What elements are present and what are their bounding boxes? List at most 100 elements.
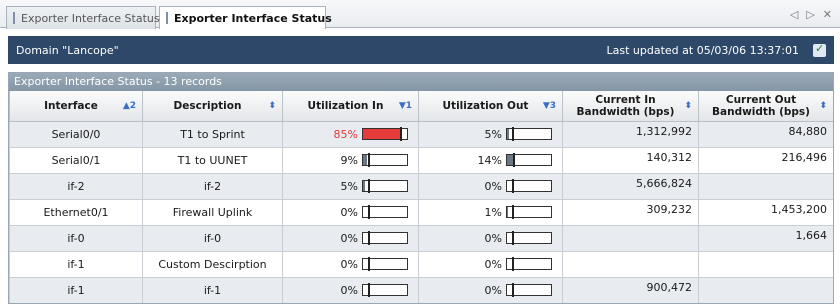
domain-label: Domain "Lancope" [16, 44, 119, 57]
column-header-interface[interactable]: Interface▲2 [10, 91, 143, 121]
utilization-out-bar-fill [507, 129, 509, 139]
table-icon [13, 12, 15, 24]
utilization-in-bar-fill [363, 129, 400, 139]
column-header-utilization-out[interactable]: Utilization Out▼3 [419, 91, 563, 121]
bandwidth-out-cell [699, 277, 834, 303]
utilization-in-percent: 0% [332, 258, 358, 271]
interface-cell: Serial0/1 [10, 147, 143, 173]
tab-next-icon[interactable]: ▷ [806, 8, 814, 21]
utilization-out-percent: 0% [476, 232, 502, 245]
bandwidth-in-cell: 309,232 [563, 199, 699, 225]
column-header-current-in-bandwidth[interactable]: Current In Bandwidth (bps)⬍ [563, 91, 699, 121]
table-row[interactable]: if-0if-0 0% 0% 1,664 [10, 225, 834, 251]
bandwidth-out-cell: 1,664 [699, 225, 834, 251]
interface-table: Interface▲2 Description⬍ Utilization In▼… [9, 91, 834, 304]
utilization-in-bar-marker [368, 179, 370, 193]
utilization-out-cell: 0% [419, 251, 563, 277]
utilization-in-bar-fill [363, 155, 367, 165]
utilization-in-bar-marker [368, 231, 370, 245]
utilization-out-bar [506, 180, 552, 192]
column-header-current-out-bandwidth[interactable]: Current Out Bandwidth (bps)⬍ [699, 91, 834, 121]
utilization-out-bar [506, 258, 552, 270]
bandwidth-out-cell: 1,453,200 [699, 199, 834, 225]
utilization-out-cell: 0% [419, 173, 563, 199]
utilization-in-percent: 0% [332, 284, 358, 297]
utilization-out-bar [506, 232, 552, 244]
utilization-out-cell: 5% [419, 121, 563, 147]
utilization-out-bar [506, 284, 552, 296]
table-row[interactable]: if-2if-2 5% 0% 5,666,824 [10, 173, 834, 199]
utilization-out-percent: 1% [476, 206, 502, 219]
utilization-out-bar [506, 206, 552, 218]
column-header-description[interactable]: Description⬍ [143, 91, 283, 121]
utilization-in-bar-marker [400, 127, 402, 141]
panel-title: Exporter Interface Status - 13 records [9, 73, 833, 91]
utilization-in-bar-marker [368, 283, 370, 297]
utilization-in-bar-fill [363, 181, 365, 191]
bandwidth-in-cell: 140,312 [563, 147, 699, 173]
utilization-out-cell: 1% [419, 199, 563, 225]
tab-strip: Exporter Interface Status Exporter Inter… [0, 0, 840, 28]
utilization-out-percent: 0% [476, 284, 502, 297]
utilization-out-cell: 14% [419, 147, 563, 173]
utilization-in-cell: 0% [283, 225, 419, 251]
utilization-in-bar [362, 128, 408, 140]
utilization-in-percent: 9% [332, 154, 358, 167]
utilization-in-cell: 0% [283, 277, 419, 303]
utilization-in-percent: 0% [332, 206, 358, 219]
table-row[interactable]: if-1Custom Descirption 0% 0% [10, 251, 834, 277]
last-updated: Last updated at 05/03/06 13:37:01 [607, 44, 800, 57]
table-row[interactable]: Ethernet0/1Firewall Uplink 0% 1% 309,232… [10, 199, 834, 225]
table-row[interactable]: Serial0/0T1 to Sprint 85% 5% 1,312,99284… [10, 121, 834, 147]
utilization-out-bar-marker [512, 205, 514, 219]
utilization-out-bar-marker [513, 153, 515, 167]
utilization-out-bar-marker [512, 127, 514, 141]
description-cell: T1 to Sprint [143, 121, 283, 147]
interface-cell: Ethernet0/1 [10, 199, 143, 225]
tab-label: Exporter Interface Status [174, 12, 332, 25]
utilization-in-bar-marker [368, 205, 370, 219]
utilization-out-percent: 14% [476, 154, 502, 167]
utilization-in-bar [362, 258, 408, 270]
table-row[interactable]: Serial0/1T1 to UUNET 9% 14% 140,312216,4… [10, 147, 834, 173]
tab-exporter-interface-status[interactable]: Exporter Interface Status [6, 6, 156, 29]
tab-label: Exporter Interface Status [21, 12, 160, 25]
utilization-out-cell: 0% [419, 277, 563, 303]
bandwidth-in-cell [563, 251, 699, 277]
utilization-in-cell: 0% [283, 199, 419, 225]
utilization-out-bar [506, 154, 552, 166]
bandwidth-out-cell [699, 251, 834, 277]
utilization-in-bar [362, 232, 408, 244]
bandwidth-out-cell: 84,880 [699, 121, 834, 147]
bandwidth-out-cell [699, 173, 834, 199]
utilization-out-cell: 0% [419, 225, 563, 251]
bandwidth-in-cell: 5,666,824 [563, 173, 699, 199]
utilization-in-bar [362, 180, 408, 192]
sort-desc-icon: ▼3 [543, 100, 556, 112]
table-row[interactable]: if-1if-1 0% 0% 900,472 [10, 277, 834, 303]
column-header-utilization-in[interactable]: Utilization In▼1 [283, 91, 419, 121]
refresh-icon[interactable] [813, 44, 826, 57]
bandwidth-out-cell: 216,496 [699, 147, 834, 173]
description-cell: T1 to UUNET [143, 147, 283, 173]
utilization-out-percent: 0% [476, 258, 502, 271]
utilization-out-bar-marker [512, 231, 514, 245]
utilization-in-bar [362, 206, 408, 218]
tab-prev-icon[interactable]: ◁ [790, 8, 798, 21]
utilization-in-bar [362, 284, 408, 296]
utilization-out-bar [506, 128, 552, 140]
utilization-out-bar-marker [512, 179, 514, 193]
description-cell: if-0 [143, 225, 283, 251]
sort-desc-icon: ▼1 [399, 100, 412, 112]
utilization-in-cell: 9% [283, 147, 419, 173]
table-icon [166, 12, 168, 24]
tab-exporter-interface-status-active[interactable]: Exporter Interface Status [159, 6, 326, 29]
utilization-out-percent: 0% [476, 180, 502, 193]
tab-close-icon[interactable]: ✕ [823, 8, 832, 21]
interface-cell: if-1 [10, 277, 143, 303]
utilization-in-bar-marker [368, 153, 370, 167]
tab-navigation: ◁ ▷ ✕ [790, 8, 832, 21]
sort-toggle-icon: ⬍ [268, 100, 276, 112]
description-cell: Custom Descirption [143, 251, 283, 277]
utilization-out-percent: 5% [476, 128, 502, 141]
